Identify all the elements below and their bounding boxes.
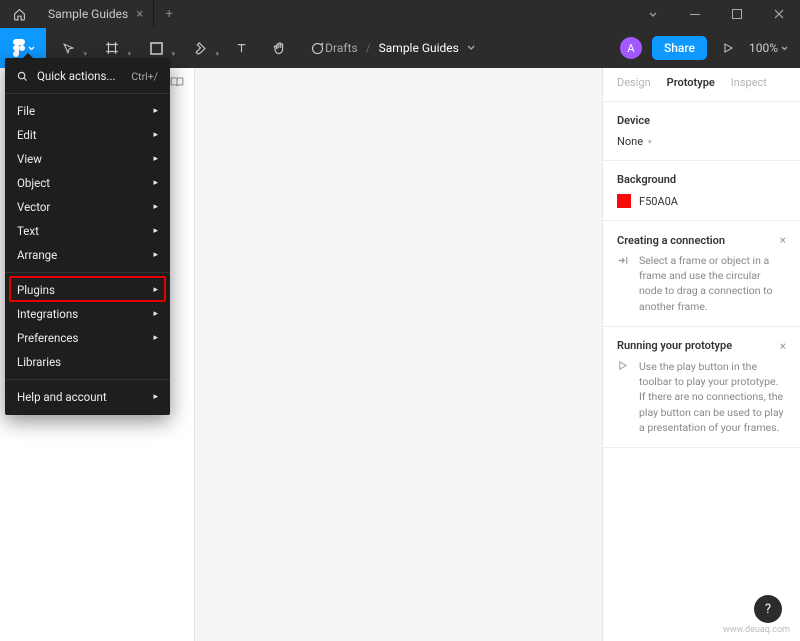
menu-item-label: Plugins — [17, 283, 55, 297]
menu-item-label: Vector — [17, 200, 50, 214]
connection-icon — [617, 253, 631, 314]
hand-tool[interactable] — [260, 28, 298, 68]
menu-item-label: Text — [17, 224, 39, 238]
menu-item-label: Object — [17, 176, 50, 190]
chevron-down-icon: ▾ — [215, 50, 219, 58]
menu-item-help-and-account[interactable]: Help and account ▸ — [5, 385, 170, 409]
background-color-row[interactable]: F50A0A — [617, 194, 786, 208]
zoom-control[interactable]: 100% — [749, 41, 788, 55]
menu-item-object[interactable]: Object ▸ — [5, 171, 170, 195]
menu-item-view[interactable]: View ▸ — [5, 147, 170, 171]
tab-design[interactable]: Design — [617, 76, 651, 89]
close-icon[interactable]: × — [780, 233, 786, 247]
main-menu-dropdown: Quick actions... Ctrl+/ File▸Edit▸View▸O… — [5, 58, 170, 415]
file-tab-label: Sample Guides — [48, 7, 128, 21]
menu-item-label: Integrations — [17, 307, 78, 321]
avatar[interactable]: A — [620, 37, 642, 59]
menu-item-label: Edit — [17, 128, 36, 142]
menu-item-vector[interactable]: Vector ▸ — [5, 195, 170, 219]
chevron-down-icon — [28, 46, 35, 51]
watermark: www.deuaq.com — [723, 625, 790, 635]
help-button[interactable]: ? — [754, 595, 782, 623]
window-minimize[interactable] — [674, 0, 716, 28]
breadcrumb-root: Drafts — [325, 41, 358, 55]
close-icon[interactable]: × — [136, 7, 143, 22]
pen-tool[interactable]: ▾ — [178, 28, 222, 68]
chevron-right-icon: ▸ — [153, 202, 158, 212]
menu-item-edit[interactable]: Edit ▸ — [5, 123, 170, 147]
chevron-down-icon: ▾ — [83, 50, 87, 58]
share-button[interactable]: Share — [652, 36, 707, 60]
device-section-title: Device — [617, 114, 786, 127]
chevron-down-icon: ▾ — [127, 50, 131, 58]
menu-quick-actions[interactable]: Quick actions... Ctrl+/ — [5, 64, 170, 88]
home-button[interactable] — [0, 8, 38, 21]
help-connection-body: Select a frame or object in a frame and … — [639, 253, 786, 314]
canvas[interactable] — [195, 68, 602, 641]
add-tab-button[interactable]: + — [154, 7, 184, 22]
breadcrumb[interactable]: Drafts / Sample Guides — [325, 41, 475, 55]
chevron-right-icon: ▸ — [153, 154, 158, 164]
window-close[interactable] — [758, 0, 800, 28]
window-maximize[interactable] — [716, 0, 758, 28]
chevron-right-icon: ▸ — [153, 333, 158, 343]
chevron-right-icon: ▸ — [153, 106, 158, 116]
color-hex-label: F50A0A — [639, 195, 678, 208]
tab-prototype[interactable]: Prototype — [667, 76, 715, 89]
chevron-right-icon: ▸ — [153, 130, 158, 140]
chevron-down-icon: ▾ — [648, 138, 652, 146]
menu-item-label: Arrange — [17, 248, 57, 262]
menu-item-file[interactable]: File ▸ — [5, 99, 170, 123]
chevron-down-icon: ▾ — [171, 50, 175, 58]
chevron-right-icon: ▸ — [153, 309, 158, 319]
menu-item-preferences[interactable]: Preferences ▸ — [5, 326, 170, 350]
menu-item-arrange[interactable]: Arrange ▸ — [5, 243, 170, 267]
chevron-right-icon: ▸ — [153, 250, 158, 260]
titlebar: Sample Guides × + — [0, 0, 800, 28]
search-icon — [17, 71, 29, 82]
menu-item-integrations[interactable]: Integrations ▸ — [5, 302, 170, 326]
chevron-right-icon: ▸ — [153, 392, 158, 402]
help-connection-title: Creating a connection — [617, 234, 725, 247]
present-button[interactable] — [717, 28, 739, 68]
chevron-right-icon: ▸ — [153, 226, 158, 236]
menu-item-text[interactable]: Text ▸ — [5, 219, 170, 243]
menu-item-label: File — [17, 104, 35, 118]
help-running-title: Running your prototype — [617, 339, 732, 352]
menu-item-plugins[interactable]: Plugins ▸ — [5, 278, 170, 302]
chevron-right-icon: ▸ — [153, 285, 158, 295]
chevron-down-icon — [467, 45, 475, 51]
close-icon[interactable]: × — [780, 339, 786, 353]
menu-item-label: View — [17, 152, 42, 166]
book-icon[interactable] — [170, 76, 184, 88]
menu-item-label: Help and account — [17, 390, 107, 404]
chevron-right-icon: ▸ — [153, 178, 158, 188]
tab-inspect[interactable]: Inspect — [731, 76, 767, 89]
play-icon — [617, 359, 631, 435]
color-swatch[interactable] — [617, 194, 631, 208]
menu-item-label: Libraries — [17, 355, 61, 369]
background-section-title: Background — [617, 173, 786, 186]
file-tab[interactable]: Sample Guides × — [38, 0, 154, 28]
chevron-down-icon — [781, 46, 788, 51]
menu-item-libraries[interactable]: Libraries — [5, 350, 170, 374]
menu-item-label: Preferences — [17, 331, 78, 345]
breadcrumb-file: Sample Guides — [379, 41, 459, 55]
properties-panel: Design Prototype Inspect Device None ▾ B… — [602, 68, 800, 641]
text-tool[interactable] — [222, 28, 260, 68]
device-select[interactable]: None ▾ — [617, 135, 786, 148]
help-running-body: Use the play button in the toolbar to pl… — [639, 359, 786, 435]
chevron-down-icon[interactable] — [632, 0, 674, 28]
